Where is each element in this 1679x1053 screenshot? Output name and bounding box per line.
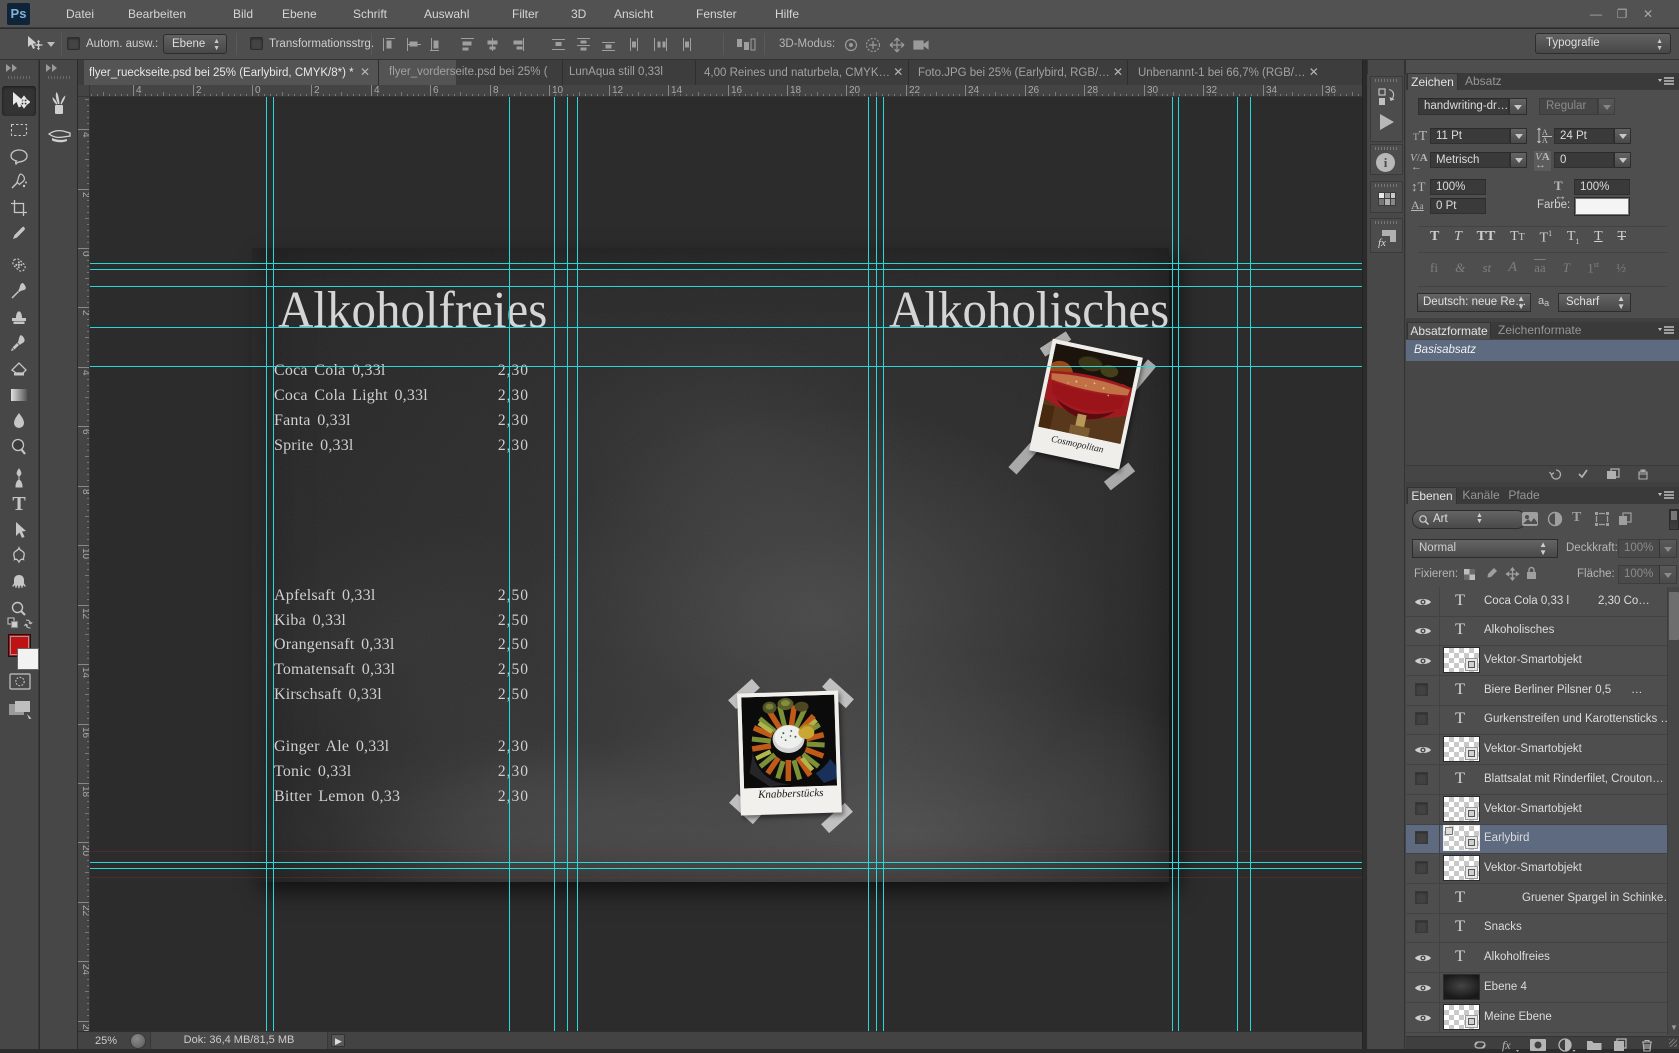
svg-text:A: A — [1542, 136, 1548, 144]
svg-text:fx: fx — [1502, 1038, 1511, 1052]
svg-text:fx: fx — [1378, 237, 1386, 248]
